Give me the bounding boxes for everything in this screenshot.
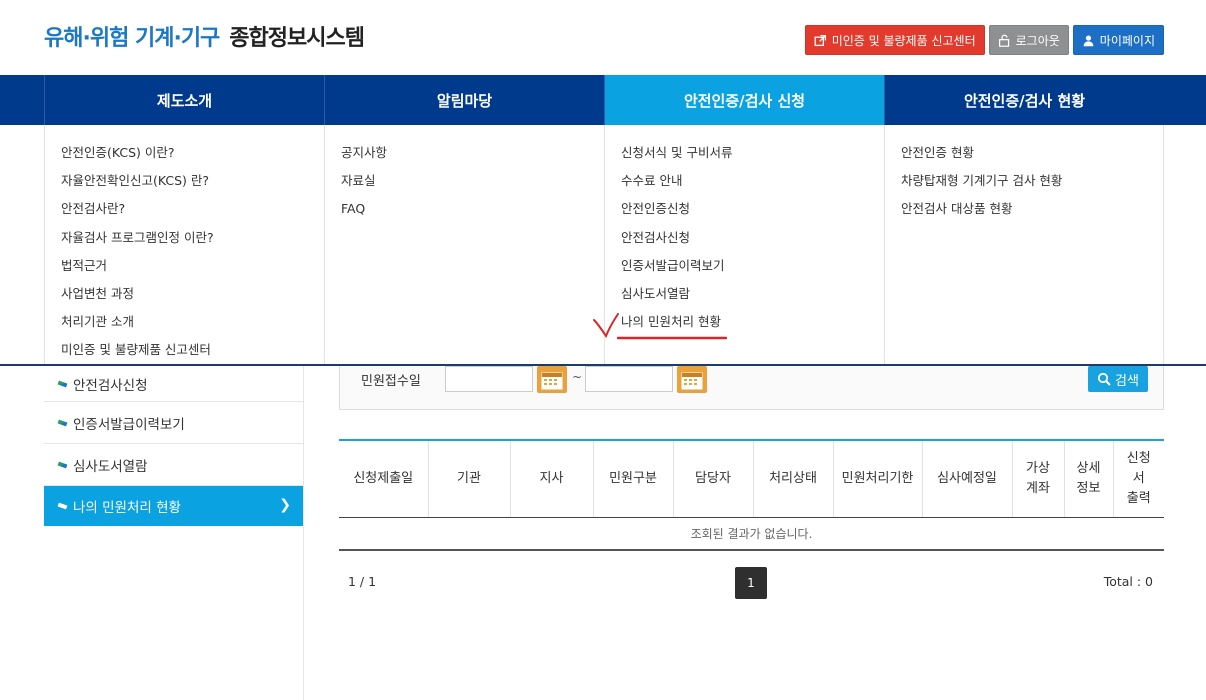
calendar-icon[interactable] — [537, 366, 567, 393]
chevron-right-icon: ❯ — [279, 497, 291, 513]
sidebar-item-review-docs[interactable]: 심사도서열람 — [44, 444, 303, 486]
mypage-label: 마이페이지 — [1099, 33, 1155, 48]
col-header-virtual-account: 가상 계좌 — [1012, 440, 1065, 518]
menu-item-agencies[interactable]: 처리기관 소개 — [61, 312, 324, 340]
menu-item-inspection-apply[interactable]: 안전검사신청 — [621, 228, 884, 256]
menu-item-safety-inspection[interactable]: 안전검사란? — [61, 199, 324, 227]
sidebar-item-label: 인증서발급이력보기 — [73, 416, 185, 433]
date-to-input[interactable] — [585, 366, 673, 392]
sidebar-item-my-complaints[interactable]: 나의 민원처리 현황 ❯ — [44, 486, 303, 526]
menu-item-history[interactable]: 사업변천 과정 — [61, 284, 324, 312]
external-link-icon — [814, 34, 826, 46]
search-button[interactable]: 검색 — [1088, 366, 1148, 392]
menu-item-legal-basis[interactable]: 법적근거 — [61, 256, 324, 284]
logo-secondary-text: 종합정보시스템 — [229, 26, 365, 51]
menu-item-vehicle-inspection-status[interactable]: 차량탑재형 기계기구 검사 현황 — [901, 171, 1163, 199]
gnb-item-apply[interactable]: 안전인증/검사 신청 — [604, 75, 884, 125]
report-center-button[interactable]: 미인증 및 불량제품 신고센터 — [804, 25, 985, 55]
menu-item-inspection-target-status[interactable]: 안전검사 대상품 현황 — [901, 199, 1163, 227]
menu-item-notices[interactable]: 공지사항 — [341, 143, 604, 171]
col-header-status: 처리상태 — [753, 440, 834, 518]
menu-item-cert-status[interactable]: 안전인증 현황 — [901, 143, 1163, 171]
search-icon — [1097, 372, 1111, 386]
user-icon — [1083, 34, 1094, 46]
menu-item-cert-history[interactable]: 인증서발급이력보기 — [621, 256, 884, 284]
table-row: 조회된 결과가 없습니다. — [339, 517, 1164, 551]
gnb-item-status[interactable]: 안전인증/검사 현황 — [884, 75, 1164, 125]
col-header-branch: 지사 — [510, 440, 594, 518]
date-from-input[interactable] — [445, 366, 533, 392]
gnb-item-intro[interactable]: 제도소개 — [44, 75, 324, 125]
col-header-review-date: 심사예정일 — [922, 440, 1013, 518]
total-count: Total : 0 — [1103, 574, 1153, 589]
bullet-icon — [57, 461, 68, 468]
menu-item-kcs-cert[interactable]: 안전인증(KCS) 이란? — [61, 143, 324, 171]
col-header-submit-date: 신청제출일 — [339, 440, 429, 518]
col-header-print: 신청 서 출력 — [1113, 440, 1164, 518]
page-info: 1 / 1 — [348, 574, 377, 589]
red-annotation-mark — [593, 313, 728, 340]
sidebar-item-label: 안전검사신청 — [73, 377, 148, 394]
sidebar-item-label: 심사도서열람 — [73, 458, 148, 475]
logo-primary-text: 유해·위험 기계·기구 — [44, 26, 220, 51]
page-button-current[interactable]: 1 — [735, 567, 767, 599]
logout-button[interactable]: 로그아웃 — [988, 25, 1069, 55]
gnb-item-notice[interactable]: 알림마당 — [324, 75, 604, 125]
empty-result-message: 조회된 결과가 없습니다. — [339, 517, 1164, 551]
sidebar-area: 안전검사신청 인증서발급이력보기 심사도서열람 나의 민원처리 현황 ❯ — [0, 366, 304, 700]
menu-item-forms[interactable]: 신청서식 및 구비서류 — [621, 143, 884, 171]
unlock-icon — [998, 34, 1009, 47]
menu-item-faq[interactable]: FAQ — [341, 199, 604, 227]
menu-item-fees[interactable]: 수수료 안내 — [621, 171, 884, 199]
col-header-deadline: 민원처리기한 — [833, 440, 923, 518]
search-date-label: 민원접수일 — [361, 374, 421, 389]
search-panel: 민원접수일 ~ 검색 — [339, 366, 1164, 410]
top-utility-buttons: 미인증 및 불량제품 신고센터 로그아웃 마이페이지 — [804, 25, 1164, 55]
menu-item-self-inspection-program[interactable]: 자율검사 프로그램인정 이란? — [61, 228, 324, 256]
site-header: 유해·위험 기계·기구 종합정보시스템 미인증 및 불량제품 신고센터 로그아웃 … — [0, 0, 1206, 75]
sidebar-item-cert-history[interactable]: 인증서발급이력보기 — [44, 402, 303, 444]
report-center-label: 미인증 및 불량제품 신고센터 — [831, 33, 976, 48]
mega-col-intro: 안전인증(KCS) 이란? 자율안전확인신고(KCS) 란? 안전검사란? 자율… — [44, 125, 324, 364]
bullet-icon — [57, 380, 68, 387]
menu-item-cert-apply[interactable]: 안전인증신청 — [621, 199, 884, 227]
mega-col-notice: 공지사항 자료실 FAQ — [324, 125, 604, 364]
col-header-agency: 기관 — [428, 440, 511, 518]
menu-item-report-center[interactable]: 미인증 및 불량제품 신고센터 — [61, 340, 324, 368]
sidebar-item-label: 나의 민원처리 현황 — [73, 500, 181, 516]
search-button-label: 검색 — [1115, 373, 1139, 389]
results-table: 신청제출일 기관 지사 민원구분 담당자 처리상태 민원처리기한 심사예정일 가… — [339, 439, 1164, 551]
calendar-icon[interactable] — [677, 366, 707, 393]
logout-label: 로그아웃 — [1015, 33, 1060, 48]
sidebar-menu: 안전검사신청 인증서발급이력보기 심사도서열람 나의 민원처리 현황 ❯ — [44, 366, 303, 526]
col-header-manager: 담당자 — [673, 440, 754, 518]
col-header-complaint-type: 민원구분 — [593, 440, 674, 518]
menu-item-review-docs[interactable]: 심사도서열람 — [621, 284, 884, 312]
mypage-button[interactable]: 마이페이지 — [1072, 25, 1164, 55]
bullet-icon — [57, 419, 68, 426]
menu-item-library[interactable]: 자료실 — [341, 171, 604, 199]
site-logo[interactable]: 유해·위험 기계·기구 종합정보시스템 — [44, 20, 365, 52]
global-nav: 제도소개 알림마당 안전인증/검사 신청 안전인증/검사 현황 — [0, 75, 1206, 125]
sidebar-item-inspection-apply[interactable]: 안전검사신청 — [44, 366, 303, 402]
table-header-row: 신청제출일 기관 지사 민원구분 담당자 처리상태 민원처리기한 심사예정일 가… — [339, 440, 1164, 518]
col-header-detail: 상세 정보 — [1064, 440, 1114, 518]
mega-col-status: 안전인증 현황 차량탑재형 기계기구 검사 현황 안전검사 대상품 현황 — [884, 125, 1164, 364]
bullet-icon — [57, 502, 68, 510]
date-range-separator: ~ — [572, 370, 583, 384]
menu-item-self-declaration[interactable]: 자율안전확인신고(KCS) 란? — [61, 171, 324, 199]
